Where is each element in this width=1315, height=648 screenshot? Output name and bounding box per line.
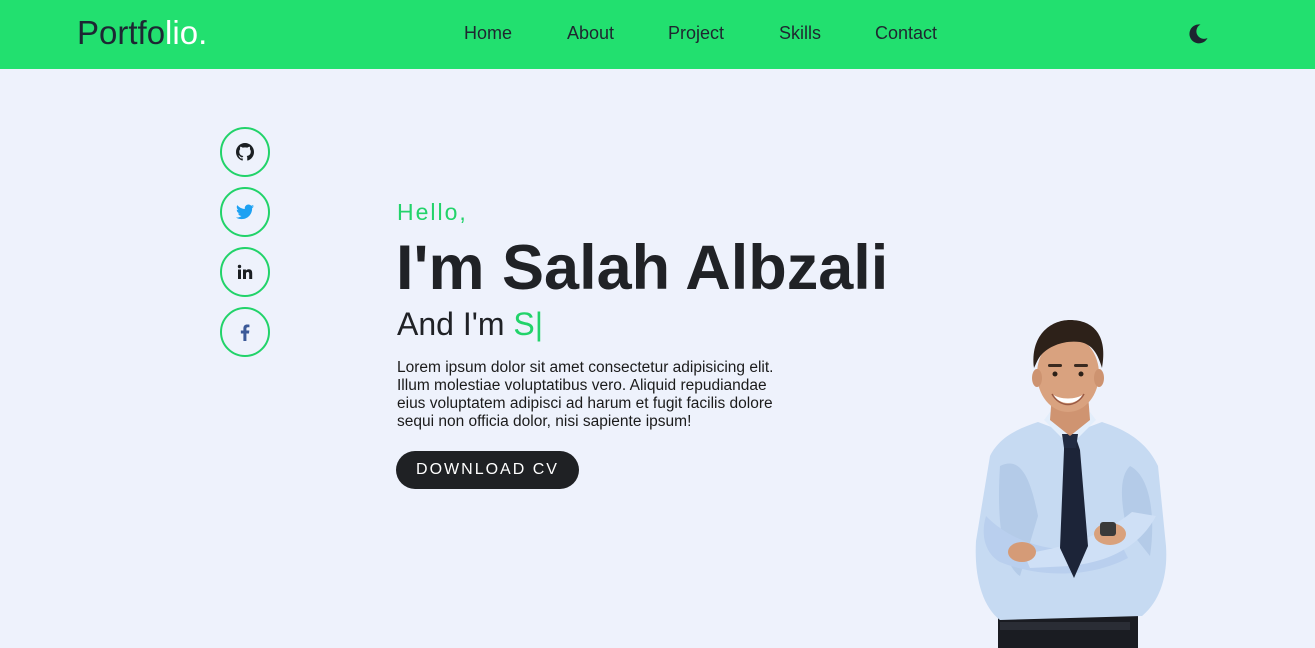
theme-toggle-button[interactable] [1185,21,1211,47]
hero-description: Lorem ipsum dolor sit amet consectetur a… [397,359,774,430]
typed-text: S| [513,306,544,342]
hero-role: And I'm S| [397,306,543,343]
navbar: Portfolio. Home About Project Skills Con… [0,0,1315,69]
github-link[interactable] [220,127,270,177]
logo-highlight: lio. [165,14,208,51]
facebook-link[interactable] [220,307,270,357]
role-prefix: And I'm [397,306,514,342]
twitter-icon [236,204,254,220]
logo-text: Portfo [77,14,166,51]
nav-link-home[interactable]: Home [464,23,512,44]
nav-link-project[interactable]: Project [668,23,724,44]
github-icon [236,143,254,161]
download-cv-button[interactable]: DOWNLOAD CV [396,451,579,489]
facebook-icon [240,323,250,341]
linkedin-link[interactable] [220,247,270,297]
hero-greeting: Hello, [397,199,468,225]
nav-link-skills[interactable]: Skills [779,23,821,44]
logo[interactable]: Portfolio. [77,14,207,52]
linkedin-icon [237,264,253,279]
hero-name: I'm Salah Albzali [396,233,889,303]
moon-icon [1189,24,1208,44]
nav-link-contact[interactable]: Contact [875,23,937,44]
profile-photo [975,320,1167,648]
nav-link-about[interactable]: About [567,23,614,44]
twitter-link[interactable] [220,187,270,237]
